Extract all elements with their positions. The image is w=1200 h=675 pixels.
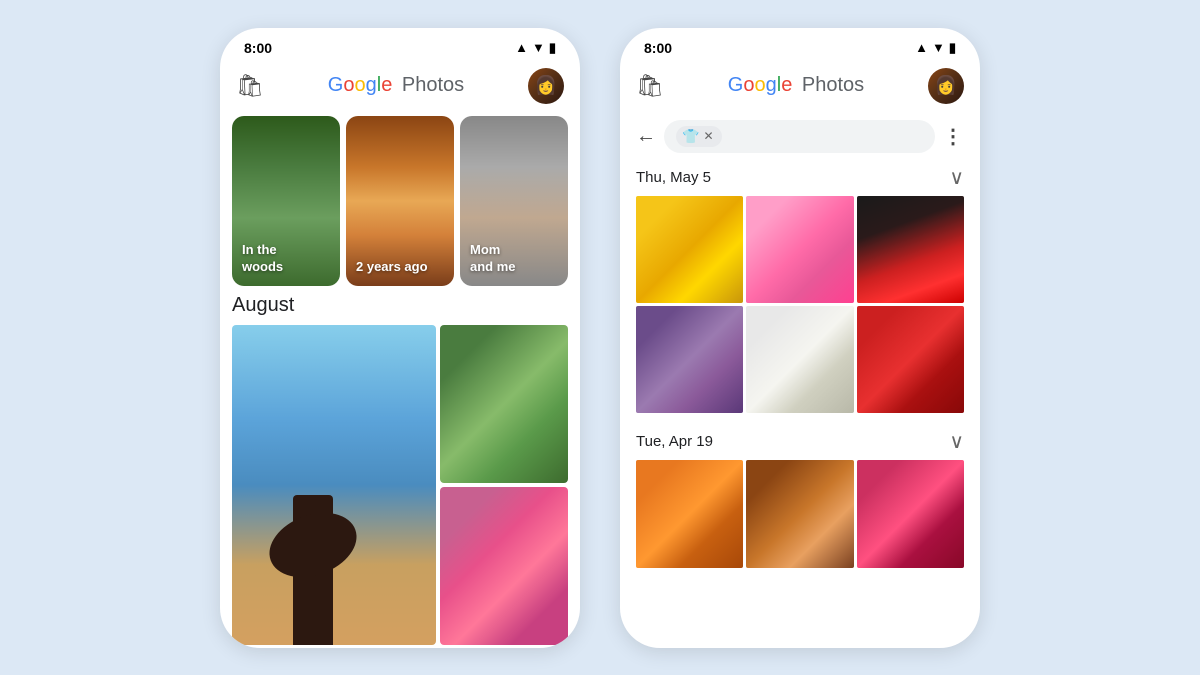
logo-photos-text-right: Photos xyxy=(796,74,864,97)
photo-red-flower[interactable] xyxy=(857,196,964,303)
avatar-right[interactable]: 👩 xyxy=(928,68,964,104)
date-label-may5: Thu, May 5 xyxy=(636,169,711,186)
date-section-apr19: Tue, Apr 19 ∨ xyxy=(620,425,980,579)
avatar-left[interactable]: 👩 xyxy=(528,68,564,104)
chip-clothing-icon: 👕 xyxy=(682,128,699,145)
photo-grid-apr19 xyxy=(636,460,964,567)
expand-may5[interactable]: ∨ xyxy=(949,165,964,190)
back-button[interactable]: ← xyxy=(636,125,656,148)
search-chip[interactable]: 👕 ✕ xyxy=(676,126,722,147)
tree-decoration xyxy=(293,495,333,645)
photo-white-flower[interactable] xyxy=(746,306,853,413)
wifi-icon: ▼ xyxy=(532,40,545,55)
date-label-apr19: Tue, Apr 19 xyxy=(636,433,713,450)
photo-pink-roses[interactable] xyxy=(857,460,964,567)
app-header-right: 🛍 Google Photos 👩 xyxy=(620,60,980,116)
battery-icon: ▮ xyxy=(549,40,556,56)
phone-right: 8:00 ▲ ▼ ▮ 🛍 Google Photos 👩 ← 👕 ✕ ⋮ xyxy=(620,28,980,648)
photo-beach[interactable] xyxy=(232,325,436,645)
date-header-may5: Thu, May 5 ∨ xyxy=(636,165,964,190)
photo-red-roses[interactable] xyxy=(857,306,964,413)
logo-photos-text: Photos xyxy=(396,74,464,97)
photo-right-col xyxy=(440,325,568,645)
memory-label-mom: Momand me xyxy=(470,242,516,276)
app-header-left: 🛍 Google Photos 👩 xyxy=(220,60,580,116)
memory-card-mom[interactable]: Momand me xyxy=(460,116,568,286)
chip-remove-button[interactable]: ✕ xyxy=(703,129,713,143)
section-month: August xyxy=(232,294,568,317)
signal-icon-r: ▲ xyxy=(915,40,928,55)
battery-icon-r: ▮ xyxy=(949,40,956,56)
expand-apr19[interactable]: ∨ xyxy=(949,429,964,454)
date-section-may5: Thu, May 5 ∨ xyxy=(620,161,980,426)
photo-people-group[interactable] xyxy=(636,306,743,413)
more-options-button[interactable]: ⋮ xyxy=(943,124,964,149)
photos-section: August xyxy=(220,294,580,648)
photo-grid-may5 xyxy=(636,196,964,414)
search-bar-row: ← 👕 ✕ ⋮ xyxy=(620,116,980,161)
date-header-apr19: Tue, Apr 19 ∨ xyxy=(636,429,964,454)
time-left: 8:00 xyxy=(244,40,272,56)
photo-woman-door[interactable] xyxy=(746,460,853,567)
photo-wild-flowers[interactable] xyxy=(636,460,743,567)
bag-icon-right[interactable]: 🛍 xyxy=(636,73,664,99)
status-bar-left: 8:00 ▲ ▼ ▮ xyxy=(220,28,580,60)
status-icons-right: ▲ ▼ ▮ xyxy=(915,40,956,56)
memories-section: In thewoods 2 years ago Momand me xyxy=(220,116,580,294)
time-right: 8:00 xyxy=(644,40,672,56)
memory-label-years: 2 years ago xyxy=(356,259,428,276)
logo: Google Photos xyxy=(328,74,464,97)
memories-row: In thewoods 2 years ago Momand me xyxy=(232,116,568,286)
memory-label-woods: In thewoods xyxy=(242,242,283,276)
signal-icon: ▲ xyxy=(515,40,528,55)
status-bar-right: 8:00 ▲ ▼ ▮ xyxy=(620,28,980,60)
phone-left: 8:00 ▲ ▼ ▮ 🛍 Google Photos 👩 In thewoods… xyxy=(220,28,580,648)
memory-card-years[interactable]: 2 years ago xyxy=(346,116,454,286)
bag-icon[interactable]: 🛍 xyxy=(236,73,264,99)
status-icons-left: ▲ ▼ ▮ xyxy=(515,40,556,56)
wifi-icon-r: ▼ xyxy=(932,40,945,55)
logo-right: Google Photos xyxy=(728,74,864,97)
photo-sunflower[interactable] xyxy=(636,196,743,303)
photo-park[interactable] xyxy=(440,325,568,483)
search-chip-container[interactable]: 👕 ✕ xyxy=(664,120,935,153)
photo-pink-bouquet[interactable] xyxy=(746,196,853,303)
photo-grid-august xyxy=(232,325,568,645)
photo-crowd[interactable] xyxy=(440,487,568,645)
memory-card-woods[interactable]: In thewoods xyxy=(232,116,340,286)
